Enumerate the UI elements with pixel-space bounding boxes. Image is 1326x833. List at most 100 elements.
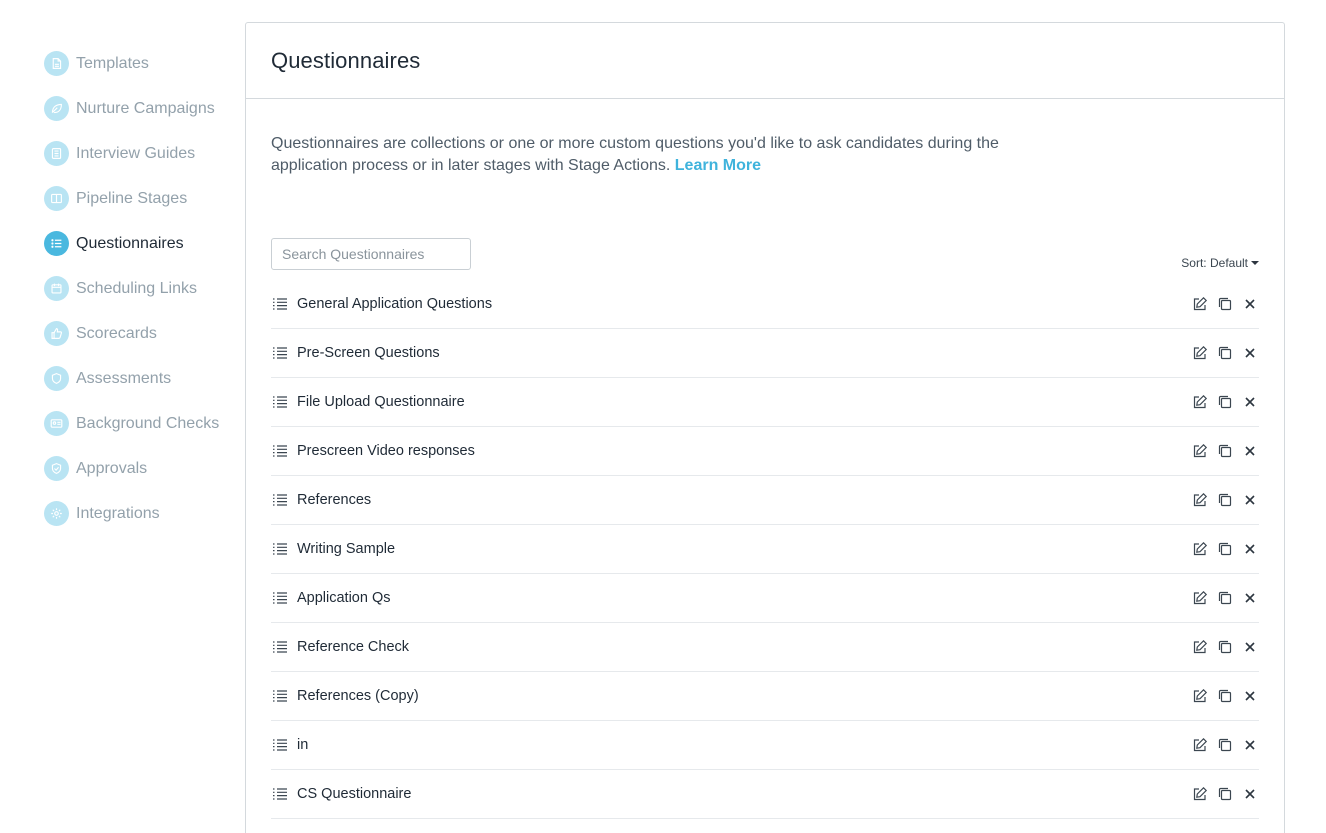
edit-icon[interactable] (1191, 589, 1209, 607)
edit-icon[interactable] (1191, 638, 1209, 656)
row-actions (1184, 295, 1259, 313)
sidebar-item-interview-guides[interactable]: Interview Guides (44, 131, 234, 176)
close-icon[interactable] (1241, 344, 1259, 362)
questionnaire-name[interactable]: Prescreen Video responses (297, 443, 475, 459)
questionnaire-name[interactable]: Reference Check (297, 639, 409, 655)
check-shield-icon (44, 456, 69, 481)
close-icon[interactable] (1241, 687, 1259, 705)
duplicate-icon[interactable] (1216, 785, 1234, 803)
list-item[interactable]: Pre-Screen Questions (271, 329, 1259, 378)
row-actions (1184, 540, 1259, 558)
sidebar-item-approvals[interactable]: Approvals (44, 446, 234, 491)
list-icon (44, 231, 69, 256)
list-item[interactable]: CS Questionnaire (271, 770, 1259, 819)
list-icon (272, 345, 290, 361)
list-item[interactable]: References (271, 476, 1259, 525)
list-item[interactable]: General Application Questions (271, 280, 1259, 329)
questionnaire-name[interactable]: Writing Sample (297, 541, 395, 557)
sidebar-item-assessments[interactable]: Assessments (44, 356, 234, 401)
edit-icon[interactable] (1191, 393, 1209, 411)
row-actions (1184, 442, 1259, 460)
sidebar-item-label: Approvals (76, 459, 148, 477)
edit-icon[interactable] (1191, 736, 1209, 754)
sidebar-item-label: Templates (76, 54, 149, 72)
duplicate-icon[interactable] (1216, 491, 1234, 509)
settings-sidebar: Templates Nurture Campaigns Interview Guid… (44, 41, 234, 536)
list-item[interactable]: Writing Sample (271, 525, 1259, 574)
sort-dropdown[interactable]: Sort: Default (1181, 256, 1259, 270)
sidebar-item-questionnaires[interactable]: Questionnaires (44, 221, 234, 266)
list-item[interactable]: Application Qs (271, 574, 1259, 623)
duplicate-icon[interactable] (1216, 638, 1234, 656)
duplicate-icon[interactable] (1216, 736, 1234, 754)
sidebar-item-label: Pipeline Stages (76, 189, 188, 207)
edit-icon[interactable] (1191, 344, 1209, 362)
panel-header: Questionnaires (246, 23, 1284, 99)
close-icon[interactable] (1241, 295, 1259, 313)
questionnaire-name[interactable]: Pre-Screen Questions (297, 345, 440, 361)
questionnaire-name[interactable]: in (297, 737, 308, 753)
list-item[interactable]: References (Copy) (271, 672, 1259, 721)
guide-icon (44, 141, 69, 166)
list-icon (272, 492, 290, 508)
leaf-icon (44, 96, 69, 121)
sidebar-item-label: Assessments (76, 369, 172, 387)
row-actions (1184, 638, 1259, 656)
sidebar-item-pipeline-stages[interactable]: Pipeline Stages (44, 176, 234, 221)
close-icon[interactable] (1241, 393, 1259, 411)
questionnaire-name[interactable]: CS Questionnaire (297, 786, 411, 802)
questionnaires-panel: Questionnaires Questionnaires are collec… (245, 22, 1285, 833)
close-icon[interactable] (1241, 442, 1259, 460)
questionnaire-name[interactable]: Application Qs (297, 590, 391, 606)
duplicate-icon[interactable] (1216, 344, 1234, 362)
duplicate-icon[interactable] (1216, 295, 1234, 313)
page-description: Questionnaires are collections or one or… (271, 133, 1031, 177)
close-icon[interactable] (1241, 785, 1259, 803)
duplicate-icon[interactable] (1216, 540, 1234, 558)
row-actions (1184, 393, 1259, 411)
sidebar-item-templates[interactable]: Templates (44, 41, 234, 86)
row-actions (1184, 589, 1259, 607)
sidebar-item-nurture-campaigns[interactable]: Nurture Campaigns (44, 86, 234, 131)
page-title: Questionnaires (271, 47, 421, 73)
list-item[interactable]: File Upload Questionnaire (271, 378, 1259, 427)
shield-icon (44, 366, 69, 391)
list-item[interactable]: Reference Check (271, 623, 1259, 672)
row-actions (1184, 687, 1259, 705)
sidebar-item-label: Interview Guides (76, 144, 196, 162)
close-icon[interactable] (1241, 540, 1259, 558)
edit-icon[interactable] (1191, 785, 1209, 803)
list-item[interactable]: Prescreen Video responses (271, 427, 1259, 476)
edit-icon[interactable] (1191, 540, 1209, 558)
duplicate-icon[interactable] (1216, 589, 1234, 607)
sidebar-item-background-checks[interactable]: Background Checks (44, 401, 234, 446)
questionnaire-name[interactable]: File Upload Questionnaire (297, 394, 465, 410)
edit-icon[interactable] (1191, 442, 1209, 460)
questionnaire-name[interactable]: General Application Questions (297, 296, 492, 312)
list-icon (272, 639, 290, 655)
description-text: Questionnaires are collections or one or… (271, 135, 999, 174)
document-icon (44, 51, 69, 76)
list-icon (272, 786, 290, 802)
sidebar-item-label: Scheduling Links (76, 279, 197, 297)
list-item[interactable]: in (271, 721, 1259, 770)
sidebar-item-integrations[interactable]: Integrations (44, 491, 234, 536)
questionnaire-name[interactable]: References (Copy) (297, 688, 419, 704)
sidebar-item-label: Scorecards (76, 324, 157, 342)
close-icon[interactable] (1241, 736, 1259, 754)
edit-icon[interactable] (1191, 687, 1209, 705)
sidebar-item-scheduling-links[interactable]: Scheduling Links (44, 266, 234, 311)
edit-icon[interactable] (1191, 295, 1209, 313)
questionnaire-name[interactable]: References (297, 492, 371, 508)
duplicate-icon[interactable] (1216, 393, 1234, 411)
sidebar-item-scorecards[interactable]: Scorecards (44, 311, 234, 356)
close-icon[interactable] (1241, 638, 1259, 656)
edit-icon[interactable] (1191, 491, 1209, 509)
close-icon[interactable] (1241, 589, 1259, 607)
duplicate-icon[interactable] (1216, 687, 1234, 705)
close-icon[interactable] (1241, 491, 1259, 509)
search-input[interactable] (271, 238, 471, 270)
duplicate-icon[interactable] (1216, 442, 1234, 460)
row-actions (1184, 344, 1259, 362)
learn-more-link[interactable]: Learn More (675, 157, 761, 174)
